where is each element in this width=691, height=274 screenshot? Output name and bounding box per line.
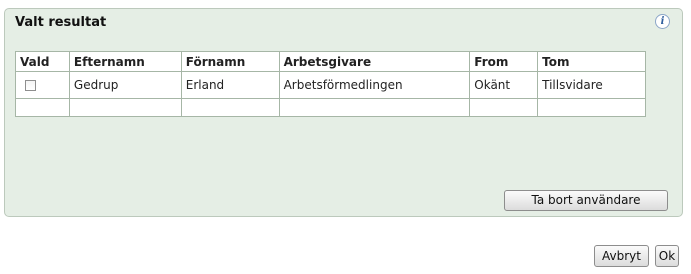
info-icon[interactable]: i [655, 14, 670, 29]
empty-cell [15, 98, 70, 117]
cell-arbetsgivare: Arbetsförmedlingen [278, 71, 471, 99]
column-header-vald[interactable]: Vald [15, 51, 70, 72]
column-header-from[interactable]: From [469, 51, 539, 72]
cancel-button[interactable]: Avbryt [594, 245, 649, 267]
result-table: Vald Efternamn Förnamn Arbetsgivare From… [15, 51, 646, 117]
empty-cell [180, 98, 280, 117]
empty-cell [469, 98, 539, 117]
table-row-empty [15, 98, 646, 117]
column-header-fornamn[interactable]: Förnamn [180, 51, 280, 72]
empty-cell [278, 98, 471, 117]
cell-fornamn: Erland [180, 71, 280, 99]
column-header-efternamn[interactable]: Efternamn [68, 51, 182, 72]
remove-user-button[interactable]: Ta bort användare [504, 190, 668, 211]
empty-cell [68, 98, 182, 117]
column-header-tom[interactable]: Tom [537, 51, 646, 72]
column-header-arbetsgivare[interactable]: Arbetsgivare [278, 51, 471, 72]
empty-cell [537, 98, 646, 117]
ok-button[interactable]: Ok [655, 245, 679, 267]
table-row[interactable]: Gedrup Erland Arbetsförmedlingen Okänt T… [15, 71, 646, 99]
selected-result-panel: Valt resultat i Vald Efternamn Förnamn A… [4, 8, 683, 217]
cell-tom: Tillsvidare [537, 71, 646, 99]
select-cell [15, 71, 70, 99]
cell-from: Okänt [469, 71, 539, 99]
panel-title: Valt resultat [15, 15, 107, 30]
select-checkbox[interactable] [25, 80, 36, 91]
table-header-row: Vald Efternamn Förnamn Arbetsgivare From… [15, 51, 646, 72]
cell-efternamn: Gedrup [68, 71, 182, 99]
